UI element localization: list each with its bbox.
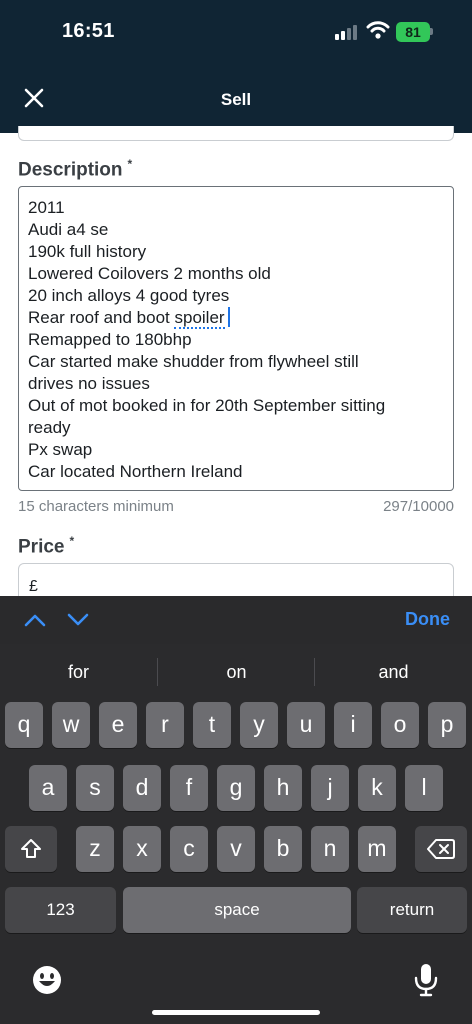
key-s[interactable]: s xyxy=(76,765,114,811)
key-e[interactable]: e xyxy=(99,702,137,748)
chevron-up-icon[interactable] xyxy=(23,610,47,630)
description-line: Px swap xyxy=(28,440,93,459)
key-n[interactable]: n xyxy=(311,826,349,872)
key-o[interactable]: o xyxy=(381,702,419,748)
key-f[interactable]: f xyxy=(170,765,208,811)
required-mark: * xyxy=(69,534,75,548)
description-line: Car started make shudder from flywheel s… xyxy=(28,352,359,371)
min-characters-hint: 15 characters minimum xyxy=(18,498,174,515)
description-line: Out of mot booked in for 20th September … xyxy=(28,396,386,415)
key-k[interactable]: k xyxy=(358,765,396,811)
suggestion-for[interactable]: for xyxy=(0,644,157,700)
description-line: Car located Northern Ireland xyxy=(28,462,243,481)
shift-key[interactable] xyxy=(5,826,57,872)
description-line-text: Rear roof and boot xyxy=(28,308,175,327)
keyboard-accessory-bar: Done xyxy=(0,596,472,644)
emoji-icon[interactable] xyxy=(31,964,63,996)
key-c[interactable]: c xyxy=(170,826,208,872)
key-i[interactable]: i xyxy=(334,702,372,748)
key-z[interactable]: z xyxy=(76,826,114,872)
required-mark: * xyxy=(127,157,133,171)
key-b[interactable]: b xyxy=(264,826,302,872)
text-cursor xyxy=(227,307,230,327)
backspace-icon xyxy=(427,839,455,859)
description-line-with-cursor: Rear roof and boot spoiler xyxy=(28,307,444,329)
description-line: 20 inch alloys 4 good tyres xyxy=(28,286,230,305)
backspace-key[interactable] xyxy=(415,826,467,872)
key-w[interactable]: w xyxy=(52,702,90,748)
status-time: 16:51 xyxy=(62,20,115,42)
key-v[interactable]: v xyxy=(217,826,255,872)
description-line: Audi a4 se xyxy=(28,220,109,239)
done-button[interactable]: Done xyxy=(405,609,450,630)
description-label: Description * xyxy=(18,157,132,181)
price-currency: £ xyxy=(29,578,38,595)
space-key[interactable]: space xyxy=(123,887,351,933)
key-l[interactable]: l xyxy=(405,765,443,811)
key-r[interactable]: r xyxy=(146,702,184,748)
character-counter: 297/10000 xyxy=(383,498,454,515)
price-label: Price * xyxy=(18,534,74,558)
wifi-icon xyxy=(366,21,390,39)
description-line: Remapped to 180bhp xyxy=(28,330,192,349)
battery-icon: 81 xyxy=(396,22,430,42)
suggestion-on[interactable]: on xyxy=(158,644,315,700)
keyboard: for on and q w e r t y u i o p a s d f g… xyxy=(0,644,472,1024)
key-d[interactable]: d xyxy=(123,765,161,811)
key-u[interactable]: u xyxy=(287,702,325,748)
key-a[interactable]: a xyxy=(29,765,67,811)
key-m[interactable]: m xyxy=(358,826,396,872)
battery-tip xyxy=(430,28,433,35)
battery-level: 81 xyxy=(405,24,421,40)
key-x[interactable]: x xyxy=(123,826,161,872)
shift-icon xyxy=(21,839,41,858)
price-label-text: Price xyxy=(18,536,65,558)
spellcheck-word[interactable]: spoiler xyxy=(174,308,225,329)
home-indicator[interactable] xyxy=(152,1010,320,1015)
suggestion-and[interactable]: and xyxy=(315,644,472,700)
key-t[interactable]: t xyxy=(193,702,231,748)
description-line: drives no issues xyxy=(28,374,150,393)
page-title: Sell xyxy=(220,90,252,109)
numbers-key[interactable]: 123 xyxy=(5,887,116,933)
description-line: 190k full history xyxy=(28,242,147,261)
key-y[interactable]: y xyxy=(240,702,278,748)
chevron-down-icon[interactable] xyxy=(66,610,90,630)
key-j[interactable]: j xyxy=(311,765,349,811)
description-line: Lowered Coilovers 2 months old xyxy=(28,264,271,283)
description-line: ready xyxy=(28,418,71,437)
cellular-signal-icon xyxy=(335,24,361,40)
top-bar: 16:51 81 Sell xyxy=(0,0,472,133)
description-line: 2011 xyxy=(28,198,65,217)
description-label-text: Description xyxy=(18,159,123,181)
previous-field[interactable] xyxy=(18,126,454,141)
key-q[interactable]: q xyxy=(5,702,43,748)
key-g[interactable]: g xyxy=(217,765,255,811)
return-key[interactable]: return xyxy=(357,887,467,933)
key-p[interactable]: p xyxy=(428,702,466,748)
key-h[interactable]: h xyxy=(264,765,302,811)
description-textarea[interactable]: 2011 Audi a4 se 190k full history Lowere… xyxy=(18,186,454,491)
microphone-icon[interactable] xyxy=(413,962,439,998)
